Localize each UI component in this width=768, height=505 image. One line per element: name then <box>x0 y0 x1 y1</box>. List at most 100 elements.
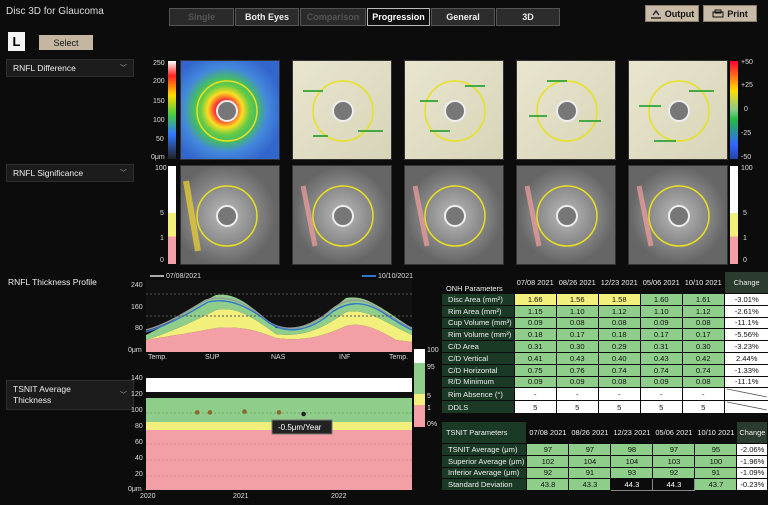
value-cell: 0.09 <box>555 375 599 389</box>
parameter-name: Superior Average (μm) <box>440 454 528 468</box>
axis-tick: 140 <box>131 375 143 382</box>
chevron-down-icon: ﹀ <box>120 392 127 399</box>
tsnit-data-point <box>207 410 213 415</box>
tsnit-green-band <box>146 398 412 422</box>
value-cell: 0.76 <box>555 363 599 377</box>
value-cell: - <box>555 387 599 402</box>
rnfl-significance-map-3[interactable] <box>404 165 504 265</box>
rnfl-difference-map-4[interactable] <box>516 60 616 160</box>
optic-disc-overlay <box>300 185 374 247</box>
rnfl-significance-map-1[interactable] <box>180 165 280 265</box>
scale-tick: 250 <box>153 60 165 67</box>
table-row: Inferior Average (μm) 92 91 93 92 91 -1.09% <box>440 466 768 480</box>
rnfl-difference-color-bar <box>730 61 738 159</box>
tab-both-eyes[interactable]: Both Eyes <box>235 8 299 26</box>
value-cell: 5 <box>597 400 641 415</box>
axis-tick: 60 <box>135 439 143 446</box>
rnfl-difference-map-3[interactable] <box>404 60 504 160</box>
parameter-name: Rim Volume (mm³) <box>441 328 515 342</box>
tsnit-data-point <box>276 410 282 415</box>
value-cell: - <box>681 387 725 402</box>
tab-progression[interactable]: Progression <box>367 8 430 26</box>
tab-general[interactable]: General <box>431 8 495 26</box>
tsnit-average-dropdown[interactable]: TSNIT Average Thickness ﹀ <box>6 380 134 410</box>
tab-3d[interactable]: 3D <box>496 8 560 26</box>
value-cell: 91 <box>568 466 612 480</box>
tab-single: Single <box>169 8 234 26</box>
scale-tick: 5 <box>427 393 431 400</box>
scale-tick: 50 <box>156 136 164 143</box>
output-label: Output <box>664 8 695 19</box>
scale-tick: +25 <box>741 82 753 89</box>
parameter-name: Rim Absence (°) <box>441 387 515 402</box>
value-cell: 0.17 <box>681 328 725 342</box>
select-button[interactable]: Select <box>39 35 93 50</box>
date-header: 10/10 2021 <box>694 421 738 444</box>
rnfl-significance-label: RNFL Significance <box>13 168 84 178</box>
date-header: 08/26 2021 <box>555 271 599 294</box>
table-header-row: TSNIT Parameters 07/08 2021 08/26 2021 1… <box>440 421 768 444</box>
rnfl-thickness-map[interactable] <box>180 60 280 160</box>
value-cell: 95 <box>694 443 738 456</box>
value-cell: 0.43 <box>555 351 599 365</box>
rnfl-difference-map-2[interactable] <box>292 60 392 160</box>
scale-tick: 0 <box>160 257 164 264</box>
scale-tick: 150 <box>153 98 165 105</box>
axis-tick: 240 <box>131 282 143 289</box>
value-cell: 1.60 <box>639 293 683 306</box>
value-cell: 91 <box>694 466 738 480</box>
print-label: Print <box>727 8 748 19</box>
rnfl-significance-map-5[interactable] <box>628 165 728 265</box>
optic-disc-overlay <box>303 80 383 142</box>
print-button[interactable]: Print <box>703 5 757 22</box>
rnfl-difference-dropdown[interactable]: RNFL Difference ﹀ <box>6 59 134 77</box>
output-button[interactable]: Output <box>645 5 699 22</box>
scale-tick: 5 <box>743 210 747 217</box>
value-cell: 0.08 <box>597 375 641 389</box>
scale-tick: 100 <box>153 117 165 124</box>
scale-tick: 95 <box>427 364 435 371</box>
scale-tick: 0μm <box>151 154 165 161</box>
optic-disc-overlay <box>196 80 258 142</box>
value-cell: 0.30 <box>555 340 599 353</box>
rnfl-difference-map-5[interactable] <box>628 60 728 160</box>
date-header: 05/06 2021 <box>652 421 696 444</box>
rnfl-significance-map-4[interactable] <box>516 165 616 265</box>
onh-parameters-table: ONH Parameters 07/08 2021 08/26 2021 12/… <box>441 271 768 415</box>
value-cell: 0.18 <box>513 328 557 342</box>
scale-tick: 200 <box>153 78 165 85</box>
value-cell: 44.3 <box>652 478 696 492</box>
change-cell: -1.09% <box>736 466 768 480</box>
axis-tick: Temp. <box>148 354 168 361</box>
rnfl-significance-map-2[interactable] <box>292 165 392 265</box>
tsnit-data-point <box>242 409 247 414</box>
value-cell: 0.09 <box>639 316 683 330</box>
scale-tick: 100 <box>427 347 439 354</box>
axis-tick: SUP <box>205 354 220 361</box>
parameter-name: DDLS <box>441 400 515 415</box>
value-cell: 0.09 <box>513 316 557 330</box>
value-cell: 5 <box>513 400 557 415</box>
change-cell: -3.01% <box>723 293 768 306</box>
axis-tick: 20 <box>135 471 143 478</box>
value-cell: 0.40 <box>597 351 641 365</box>
scale-tick: -25 <box>741 130 752 137</box>
tsnit-title: TSNIT Parameters <box>440 421 528 444</box>
value-cell: 43.7 <box>694 478 738 492</box>
output-icon <box>650 9 661 19</box>
axis-tick: 100 <box>131 407 143 414</box>
value-cell: 97 <box>568 443 612 456</box>
value-cell: 5 <box>555 400 599 415</box>
axis-tick: 0μm <box>128 486 142 493</box>
significance-color-bar-left <box>168 166 176 264</box>
rnfl-significance-dropdown[interactable]: RNFL Significance ﹀ <box>6 164 134 182</box>
tsnit-average-label: TSNIT Average Thickness <box>13 384 71 405</box>
optic-disc-overlay <box>524 185 598 247</box>
value-cell: 43.3 <box>568 478 612 492</box>
value-cell: 0.29 <box>597 340 641 353</box>
scale-tick: 1 <box>160 235 164 242</box>
optic-disc-overlay <box>529 80 601 142</box>
app-title: Disc 3D for Glaucoma <box>6 6 104 17</box>
significance-color-bar-right <box>730 166 738 264</box>
legend-label: 10/10/2021 <box>377 273 413 280</box>
